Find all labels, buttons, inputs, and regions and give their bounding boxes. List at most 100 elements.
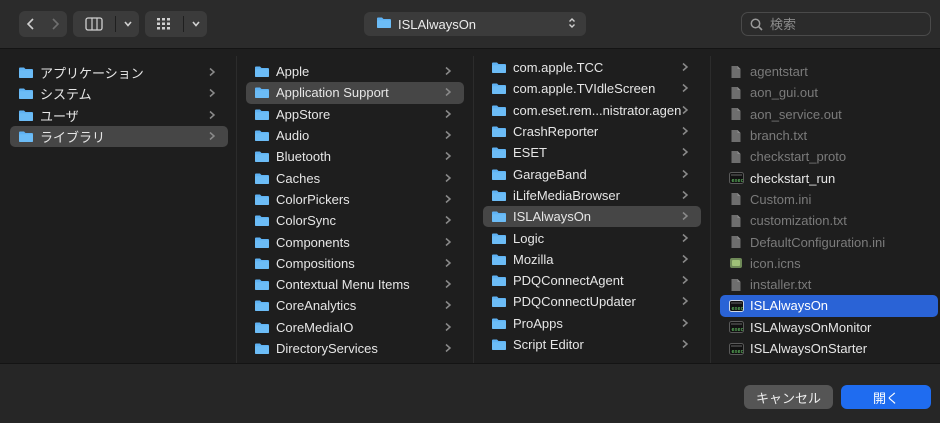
folder-row[interactable]: Compositions: [246, 253, 464, 274]
chevron-right-icon: [681, 188, 691, 203]
file-row[interactable]: exec checkstart_run: [720, 167, 938, 188]
folder-row[interactable]: GarageBand: [483, 163, 701, 184]
file-row[interactable]: exec ISLAlwaysOnMonitor: [720, 317, 938, 338]
chevron-right-icon: [681, 209, 691, 224]
folder-icon: [491, 338, 507, 352]
folder-icon: [491, 295, 507, 309]
search-input[interactable]: [768, 15, 922, 33]
row-label: branch.txt: [750, 128, 808, 144]
path-popup-button[interactable]: ISLAlwaysOn: [364, 12, 586, 36]
folder-row[interactable]: ISLAlwaysOn: [483, 206, 701, 228]
folder-row[interactable]: ユーザ: [10, 105, 228, 126]
row-label: Logic: [513, 230, 545, 246]
row-label: PDQConnectUpdater: [513, 294, 636, 310]
folder-row[interactable]: Components: [246, 231, 464, 252]
open-button[interactable]: 開く: [841, 385, 931, 409]
row-label: CrashReporter: [513, 124, 599, 140]
file-row[interactable]: aon_service.out: [720, 104, 938, 125]
folder-row[interactable]: ProApps: [483, 313, 701, 334]
folder-row[interactable]: iLifeMediaBrowser: [483, 185, 701, 206]
file-row[interactable]: Custom.ini: [720, 189, 938, 210]
row-label: ProApps: [513, 315, 563, 331]
folder-row[interactable]: Contextual Menu Items: [246, 274, 464, 295]
row-label: Application Support: [276, 85, 389, 101]
folder-row[interactable]: com.apple.TCC: [483, 57, 701, 78]
column-divider: [710, 56, 711, 363]
back-button[interactable]: [19, 11, 43, 37]
folder-row[interactable]: DirectoryServices: [246, 338, 464, 359]
row-label: Mozilla: [513, 251, 554, 267]
folder-row[interactable]: com.eset.rem...nistrator.agent: [483, 100, 701, 121]
folder-row[interactable]: Apple: [246, 61, 464, 82]
svg-text:exec: exec: [731, 349, 743, 355]
path-popup-label: ISLAlwaysOn: [398, 16, 477, 32]
folder-icon: [254, 150, 270, 164]
folder-icon: [491, 61, 507, 75]
folder-row[interactable]: Script Editor: [483, 334, 701, 355]
folder-row[interactable]: Logic: [483, 227, 701, 248]
document-icon: [728, 278, 744, 292]
file-row[interactable]: exec ISLAlwaysOnStarter: [720, 338, 938, 359]
chevron-left-icon: [26, 18, 34, 30]
row-label: ライブラリ: [40, 130, 106, 146]
folder-row[interactable]: ライブラリ: [10, 125, 228, 148]
row-label: Compositions: [276, 255, 355, 271]
folder-icon: [376, 16, 392, 32]
search-field[interactable]: [741, 12, 931, 36]
folder-icon: [491, 125, 507, 139]
row-label: com.apple.TCC: [513, 60, 604, 76]
folder-row[interactable]: Bluetooth: [246, 146, 464, 167]
column-divider: [473, 56, 474, 363]
folder-row[interactable]: Caches: [246, 167, 464, 188]
file-row[interactable]: checkstart_proto: [720, 146, 938, 167]
document-icon: [728, 235, 744, 249]
document-icon: [728, 129, 744, 143]
view-mode-selector[interactable]: [73, 11, 139, 37]
file-row[interactable]: DefaultConfiguration.ini: [720, 231, 938, 252]
folder-row[interactable]: PDQConnectUpdater: [483, 291, 701, 312]
folder-row[interactable]: ColorSync: [246, 210, 464, 231]
chevron-right-icon: [444, 85, 454, 100]
folder-icon: [254, 86, 270, 100]
forward-button[interactable]: [43, 11, 67, 37]
folder-row[interactable]: システム: [10, 83, 228, 104]
file-row[interactable]: customization.txt: [720, 210, 938, 231]
file-row[interactable]: icon.icns: [720, 253, 938, 274]
row-label: ISLAlwaysOnMonitor: [750, 319, 872, 335]
folder-icon: [254, 65, 270, 79]
row-label: CoreAnalytics: [276, 298, 357, 314]
folder-row[interactable]: ESET: [483, 142, 701, 163]
chevron-right-icon: [444, 320, 454, 335]
folder-row[interactable]: Application Support: [246, 82, 464, 104]
chevron-right-icon: [681, 81, 691, 96]
chevron-right-icon: [681, 337, 691, 352]
file-row[interactable]: aon_gui.out: [720, 82, 938, 103]
folder-row[interactable]: アプリケーション: [10, 62, 228, 83]
folder-row[interactable]: Mozilla: [483, 249, 701, 270]
chevron-right-icon: [444, 298, 454, 313]
folder-icon: [254, 192, 270, 206]
folder-row[interactable]: CrashReporter: [483, 121, 701, 142]
folder-icon: [18, 108, 34, 122]
file-row[interactable]: branch.txt: [720, 125, 938, 146]
folder-row[interactable]: com.apple.TVIdleScreen: [483, 78, 701, 99]
folder-row[interactable]: PDQConnectAgent: [483, 270, 701, 291]
chevron-right-icon: [681, 167, 691, 182]
folder-row[interactable]: CoreMediaIO: [246, 317, 464, 338]
up-down-chevron-icon: [568, 17, 576, 32]
file-row[interactable]: exec ISLAlwaysOn: [720, 295, 938, 317]
folder-row[interactable]: Audio: [246, 125, 464, 146]
folder-icon: [491, 103, 507, 117]
group-by-selector[interactable]: [145, 11, 207, 37]
chevron-right-icon: [681, 145, 691, 160]
folder-row[interactable]: CoreAnalytics: [246, 295, 464, 316]
chevron-right-icon: [681, 294, 691, 309]
cancel-button[interactable]: キャンセル: [744, 385, 833, 409]
file-row[interactable]: agentstart: [720, 61, 938, 82]
chevron-right-icon: [444, 192, 454, 207]
chevron-right-icon: [444, 235, 454, 250]
file-row[interactable]: installer.txt: [720, 274, 938, 295]
folder-row[interactable]: ColorPickers: [246, 189, 464, 210]
row-label: GarageBand: [513, 166, 587, 182]
folder-row[interactable]: AppStore: [246, 104, 464, 125]
